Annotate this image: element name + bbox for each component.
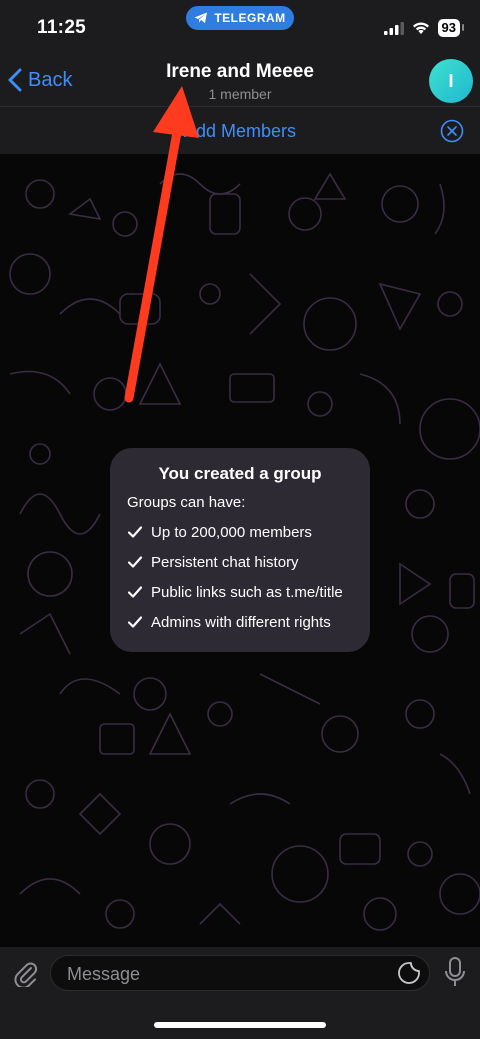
group-avatar[interactable]: I (429, 59, 473, 103)
chat-title: Irene and Meeee (166, 61, 314, 82)
chat-title-area[interactable]: Irene and Meeee 1 member (0, 61, 480, 102)
close-circle-icon[interactable] (440, 119, 464, 143)
add-members-banner: Add Members (0, 106, 480, 155)
pill-label: TELEGRAM (214, 11, 286, 25)
feature-list: Up to 200,000 members Persistent chat hi… (110, 517, 370, 637)
message-composer (0, 947, 480, 1039)
microphone-icon[interactable] (444, 957, 466, 989)
feature-text: Up to 200,000 members (151, 523, 312, 541)
list-item: Admins with different rights (127, 607, 370, 637)
message-field[interactable] (50, 955, 430, 992)
group-created-card: You created a group Groups can have: Up … (110, 448, 370, 652)
checkmark-icon (127, 556, 143, 568)
list-item: Persistent chat history (127, 547, 370, 577)
status-icons: 93 (383, 19, 465, 37)
telegram-icon (194, 12, 208, 23)
battery-indicator: 93 (437, 19, 465, 37)
message-input[interactable] (65, 956, 389, 992)
chat-header: Back Irene and Meeee 1 member I (0, 56, 480, 106)
signal-icon (383, 21, 404, 35)
status-bar: 11:25 TELEGRAM 93 (0, 0, 480, 56)
list-item: Up to 200,000 members (127, 517, 370, 547)
card-title: You created a group (158, 464, 322, 483)
feature-text: Admins with different rights (151, 613, 331, 631)
checkmark-icon (127, 616, 143, 628)
sticker-icon[interactable] (397, 961, 421, 985)
home-indicator (154, 1022, 326, 1028)
feature-text: Persistent chat history (151, 553, 299, 571)
add-members-button[interactable]: Add Members (0, 121, 480, 142)
card-subtitle: Groups can have: (127, 494, 246, 511)
checkmark-icon (127, 526, 143, 538)
paperclip-icon[interactable] (12, 959, 38, 987)
avatar-initial: I (448, 70, 454, 91)
list-item: Public links such as t.me/title (127, 577, 370, 607)
telegram-pill[interactable]: TELEGRAM (186, 6, 294, 30)
chat-subtitle: 1 member (208, 86, 272, 102)
feature-text: Public links such as t.me/title (151, 583, 343, 601)
checkmark-icon (127, 586, 143, 598)
wifi-icon (412, 22, 429, 34)
status-time: 11:25 (37, 17, 87, 38)
